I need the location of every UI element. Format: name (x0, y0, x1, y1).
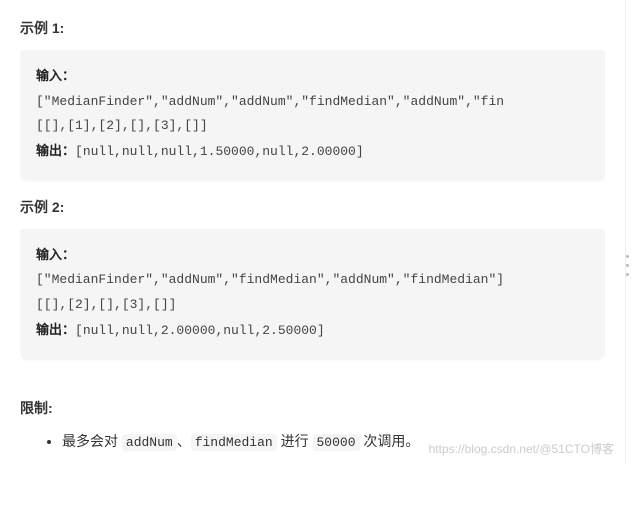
example-1-title: 示例 1: (20, 18, 605, 38)
example-1-input-label: 输入： (36, 64, 589, 90)
example-2-input-label: 输入： (36, 243, 589, 269)
example-2-code-block: 输入： ["MedianFinder","addNum","findMedian… (20, 229, 605, 358)
example-1-output-line: 输出：[null,null,null,1.50000,null,2.00000] (36, 139, 589, 165)
limits-list: 最多会对 addNum、findMedian 进行 50000 次调用。 (20, 430, 605, 454)
example-1-input-line-1: ["MedianFinder","addNum","addNum","findM… (36, 90, 589, 115)
example-2-title: 示例 2: (20, 197, 605, 217)
document-content: 示例 1: 输入： ["MedianFinder","addNum","addN… (0, 0, 626, 463)
code-50000: 50000 (313, 434, 360, 451)
limits-item: 最多会对 addNum、findMedian 进行 50000 次调用。 (62, 430, 605, 454)
decorative-dots (626, 255, 629, 276)
example-1-input-line-2: [[],[1],[2],[],[3],[]] (36, 114, 589, 139)
code-addnum: addNum (122, 434, 177, 451)
example-2-input-line-2: [[],[2],[],[3],[]] (36, 293, 589, 318)
limits-title: 限制: (20, 398, 605, 418)
example-1-code-block: 输入： ["MedianFinder","addNum","addNum","f… (20, 50, 605, 179)
example-2-input-line-1: ["MedianFinder","addNum","findMedian","a… (36, 268, 589, 293)
code-findmedian: findMedian (191, 434, 277, 451)
example-2-output-line: 输出：[null,null,2.00000,null,2.50000] (36, 318, 589, 344)
